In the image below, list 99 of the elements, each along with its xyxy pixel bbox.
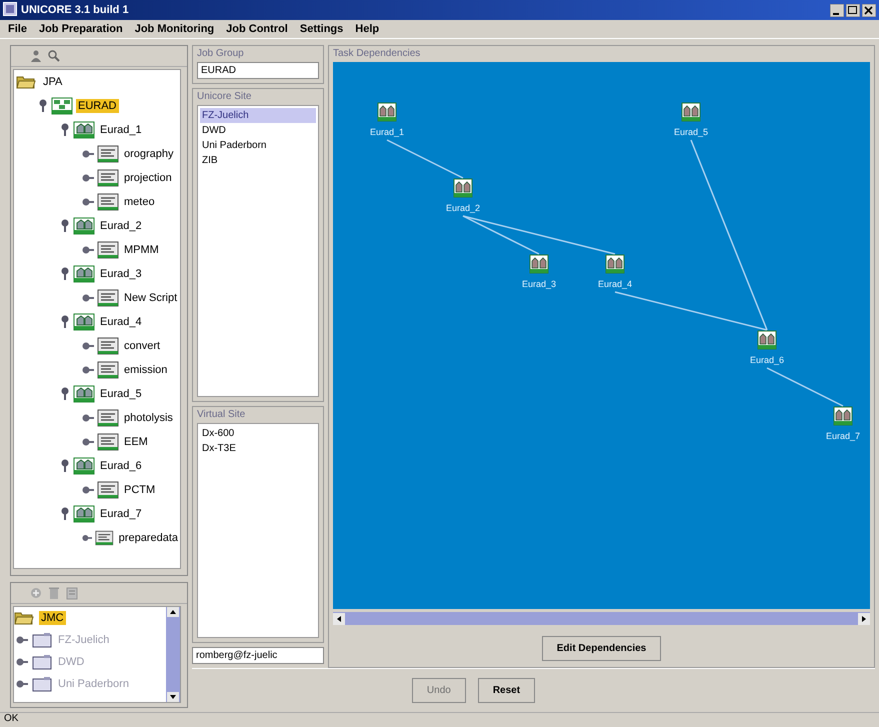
task-label: Eurad_2: [446, 203, 480, 213]
menu-item[interactable]: Job Control: [226, 23, 288, 35]
group-label: Unicore Site: [197, 91, 252, 102]
task-node-icon[interactable]: [682, 102, 700, 122]
computer-icon: [31, 653, 53, 671]
document-icon: [97, 145, 119, 163]
edit-dependencies-button[interactable]: Edit Dependencies: [542, 636, 662, 661]
scroll-down-icon[interactable]: [167, 692, 179, 702]
house-icon: [73, 505, 95, 523]
task-node-icon[interactable]: [606, 254, 624, 274]
list-item[interactable]: Dx-T3E: [200, 440, 316, 456]
tree-item[interactable]: emission: [122, 363, 170, 377]
vertical-scrollbar[interactable]: [166, 607, 180, 702]
document-icon: [95, 529, 114, 547]
house-icon: [73, 217, 95, 235]
task-label: Eurad_7: [826, 431, 860, 441]
document-icon: [97, 169, 119, 187]
document-icon: [97, 289, 119, 307]
document-icon: [97, 481, 119, 499]
tree-item[interactable]: Eurad_6: [98, 459, 144, 473]
house-icon: [73, 457, 95, 475]
job-group-field[interactable]: EURAD: [197, 62, 319, 79]
document-icon: [97, 241, 119, 259]
expanded-toggle-icon[interactable]: [60, 387, 70, 401]
tree-item[interactable]: EURAD: [76, 99, 119, 113]
task-node-icon[interactable]: [834, 406, 852, 426]
status-text: OK: [4, 713, 18, 724]
search-icon[interactable]: [47, 49, 61, 63]
action-button[interactable]: Reset: [478, 678, 536, 703]
task-label: Eurad_3: [522, 279, 556, 289]
list-item[interactable]: FZ-Juelich: [200, 108, 316, 123]
house-icon: [73, 385, 95, 403]
document-icon: [97, 193, 119, 211]
expanded-toggle-icon[interactable]: [60, 315, 70, 329]
task-label: Eurad_5: [674, 127, 708, 137]
expanded-toggle-icon[interactable]: [60, 123, 70, 137]
menu-item[interactable]: Job Monitoring: [134, 23, 214, 35]
task-label: Eurad_6: [750, 355, 784, 365]
maximize-icon[interactable]: [846, 4, 860, 16]
tree-item[interactable]: Eurad_7: [98, 507, 144, 521]
list-item[interactable]: ZIB: [200, 153, 316, 168]
list-item[interactable]: Dx-600: [200, 426, 316, 441]
tree-item[interactable]: EEM: [122, 435, 150, 449]
scroll-up-icon[interactable]: [167, 607, 179, 617]
window-title: UNICORE 3.1 build 1: [21, 4, 129, 16]
document-icon: [97, 433, 119, 451]
tree-item[interactable]: Eurad_5: [98, 387, 144, 401]
document-icon: [97, 409, 119, 427]
group-label: Virtual Site: [197, 408, 246, 420]
menu-item[interactable]: Help: [355, 23, 380, 35]
task-node-icon[interactable]: [378, 102, 396, 122]
expanded-toggle-icon[interactable]: [60, 219, 70, 233]
app-icon: [3, 2, 17, 16]
scroll-right-icon[interactable]: [858, 612, 870, 624]
tree-item[interactable]: meteo: [122, 195, 157, 209]
list-item[interactable]: Uni Paderborn: [200, 138, 316, 153]
task-node-icon[interactable]: [454, 178, 472, 198]
task-node-icon[interactable]: [530, 254, 548, 274]
group-label: Job Group: [197, 48, 245, 59]
person-icon[interactable]: [29, 49, 43, 63]
network-icon: [51, 97, 73, 115]
house-icon: [73, 313, 95, 331]
group-label: Task Dependencies: [333, 48, 422, 59]
close-icon[interactable]: [862, 4, 876, 16]
house-icon: [73, 121, 95, 139]
tree-item[interactable]: New Script: [122, 291, 180, 305]
tree-item[interactable]: convert: [122, 339, 162, 353]
task-label: Eurad_4: [598, 279, 632, 289]
tree-item[interactable]: Eurad_1: [98, 123, 144, 137]
menu-item[interactable]: File: [8, 23, 27, 35]
task-node-icon[interactable]: [758, 330, 776, 350]
menu-item[interactable]: Job Preparation: [38, 23, 123, 35]
expanded-toggle-icon[interactable]: [60, 459, 70, 473]
tree-item[interactable]: JMC: [39, 611, 66, 625]
expanded-toggle-icon[interactable]: [60, 507, 70, 521]
computer-icon: [31, 675, 53, 693]
expanded-toggle-icon[interactable]: [60, 267, 70, 281]
tree-item[interactable]: projection: [122, 171, 174, 185]
tree-item[interactable]: MPMM: [122, 243, 161, 257]
tree-item[interactable]: preparedata: [116, 531, 180, 545]
expanded-toggle-icon[interactable]: [38, 99, 48, 113]
menu-item[interactable]: Settings: [300, 23, 344, 35]
minimize-icon[interactable]: [830, 4, 844, 16]
tree-item[interactable]: Eurad_2: [98, 219, 144, 233]
user-field[interactable]: romberg@fz-juelic: [192, 647, 324, 664]
document-icon: [97, 361, 119, 379]
list-item[interactable]: DWD: [200, 123, 316, 138]
tree-item[interactable]: orography: [122, 147, 176, 161]
task-label: Eurad_1: [370, 127, 404, 137]
tree-item[interactable]: Eurad_3: [98, 267, 144, 281]
tree-item[interactable]: photolysis: [122, 411, 175, 425]
scroll-left-icon[interactable]: [333, 612, 345, 624]
tree-item[interactable]: Eurad_4: [98, 315, 144, 329]
house-icon: [73, 265, 95, 283]
document-icon: [97, 337, 119, 355]
computer-icon: [31, 631, 53, 649]
horizontal-scrollbar[interactable]: [333, 612, 870, 625]
tree-item[interactable]: JPA: [41, 75, 64, 89]
tree-item[interactable]: PCTM: [122, 483, 158, 497]
